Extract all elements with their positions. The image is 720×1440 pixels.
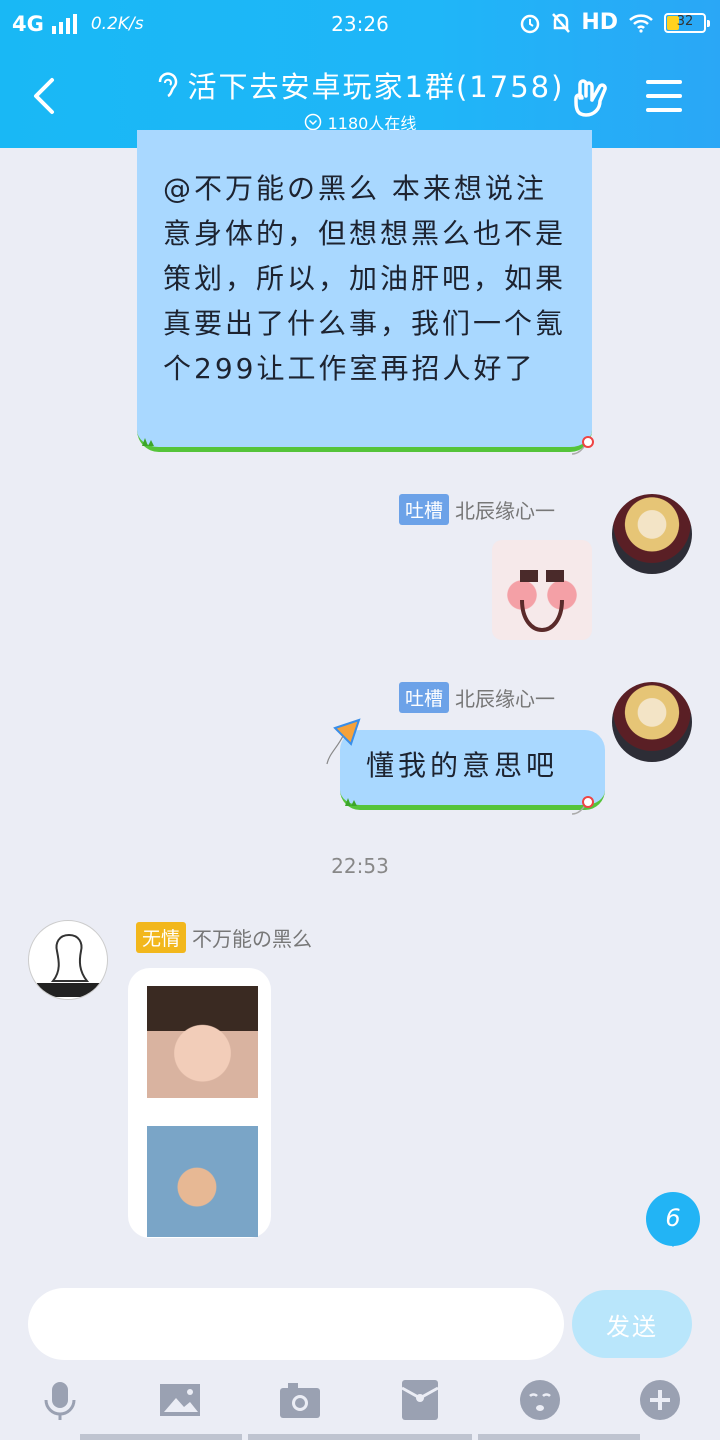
member-tag: 吐槽	[399, 494, 450, 525]
microphone-icon[interactable]	[38, 1378, 82, 1422]
camera-icon[interactable]	[278, 1378, 322, 1422]
avatar[interactable]	[612, 682, 692, 762]
status-bar: 4G 0.2K/s 23:26 HD 32	[0, 8, 720, 40]
tab-indicator	[478, 1434, 640, 1440]
alarm-icon	[521, 14, 540, 33]
unread-count-badge[interactable]: 6	[646, 1192, 700, 1247]
avatar[interactable]	[612, 494, 692, 574]
sketch-avatar-icon	[37, 933, 101, 997]
sender-name[interactable]: 北辰缘心一	[455, 683, 555, 712]
red-packet-icon[interactable]	[398, 1378, 442, 1422]
grass-decoration-icon	[142, 438, 154, 446]
tab-indicator	[80, 1434, 242, 1440]
avatar[interactable]	[28, 920, 108, 1000]
pin-decoration-icon	[571, 796, 594, 815]
battery-level: 32	[676, 13, 694, 29]
sticker-image[interactable]	[492, 540, 592, 640]
sender-name[interactable]: 北辰缘心一	[455, 495, 555, 524]
sticker-face-icon	[520, 570, 564, 633]
message-input[interactable]	[28, 1288, 564, 1360]
wifi-icon	[629, 13, 653, 33]
menu-icon[interactable]	[646, 80, 682, 114]
member-tag: 无情	[136, 922, 187, 953]
chevron-circle-icon	[304, 113, 321, 131]
sender-name[interactable]: 不万能の黑么	[192, 923, 312, 952]
mute-bell-icon	[552, 12, 571, 33]
emoji-icon[interactable]	[518, 1378, 562, 1422]
group-title-text: 活下去安卓玩家1群(1758)	[187, 70, 565, 104]
grass-decoration-icon	[345, 798, 357, 806]
member-tag: 吐槽	[399, 682, 450, 713]
time-separator: 22:53	[331, 854, 389, 878]
message-photo[interactable]	[147, 986, 258, 1098]
input-toolbar	[0, 1370, 720, 1430]
kite-decoration-icon	[326, 718, 361, 765]
hd-indicator: HD	[581, 10, 618, 35]
ear-icon	[158, 72, 177, 98]
message-bubble-long[interactable]: @不万能の黑么 本来想说注意身体的，但想想黑么也不是策划，所以，加油肝吧，如果真…	[137, 130, 592, 452]
plus-icon[interactable]	[638, 1378, 682, 1422]
send-button[interactable]: 发送	[572, 1290, 692, 1358]
pin-decoration-icon	[571, 436, 594, 455]
message-bubble-short[interactable]: 懂我的意思吧	[340, 730, 605, 810]
picture-icon[interactable]	[158, 1378, 202, 1422]
sender-info: 无情 不万能の黑么	[136, 922, 312, 953]
sender-info: 吐槽 北辰缘心一	[399, 494, 555, 525]
group-title[interactable]: 活下去安卓玩家1群(1758)	[156, 64, 565, 106]
tab-indicator	[248, 1434, 472, 1440]
message-photo[interactable]	[147, 1126, 258, 1237]
chat-header: 4G 0.2K/s 23:26 HD 32 活下去安卓玩家1群(1758) 11…	[0, 0, 720, 148]
rock-hand-icon[interactable]	[570, 76, 614, 120]
battery-icon: 32	[664, 12, 710, 33]
sender-info: 吐槽 北辰缘心一	[399, 682, 555, 713]
